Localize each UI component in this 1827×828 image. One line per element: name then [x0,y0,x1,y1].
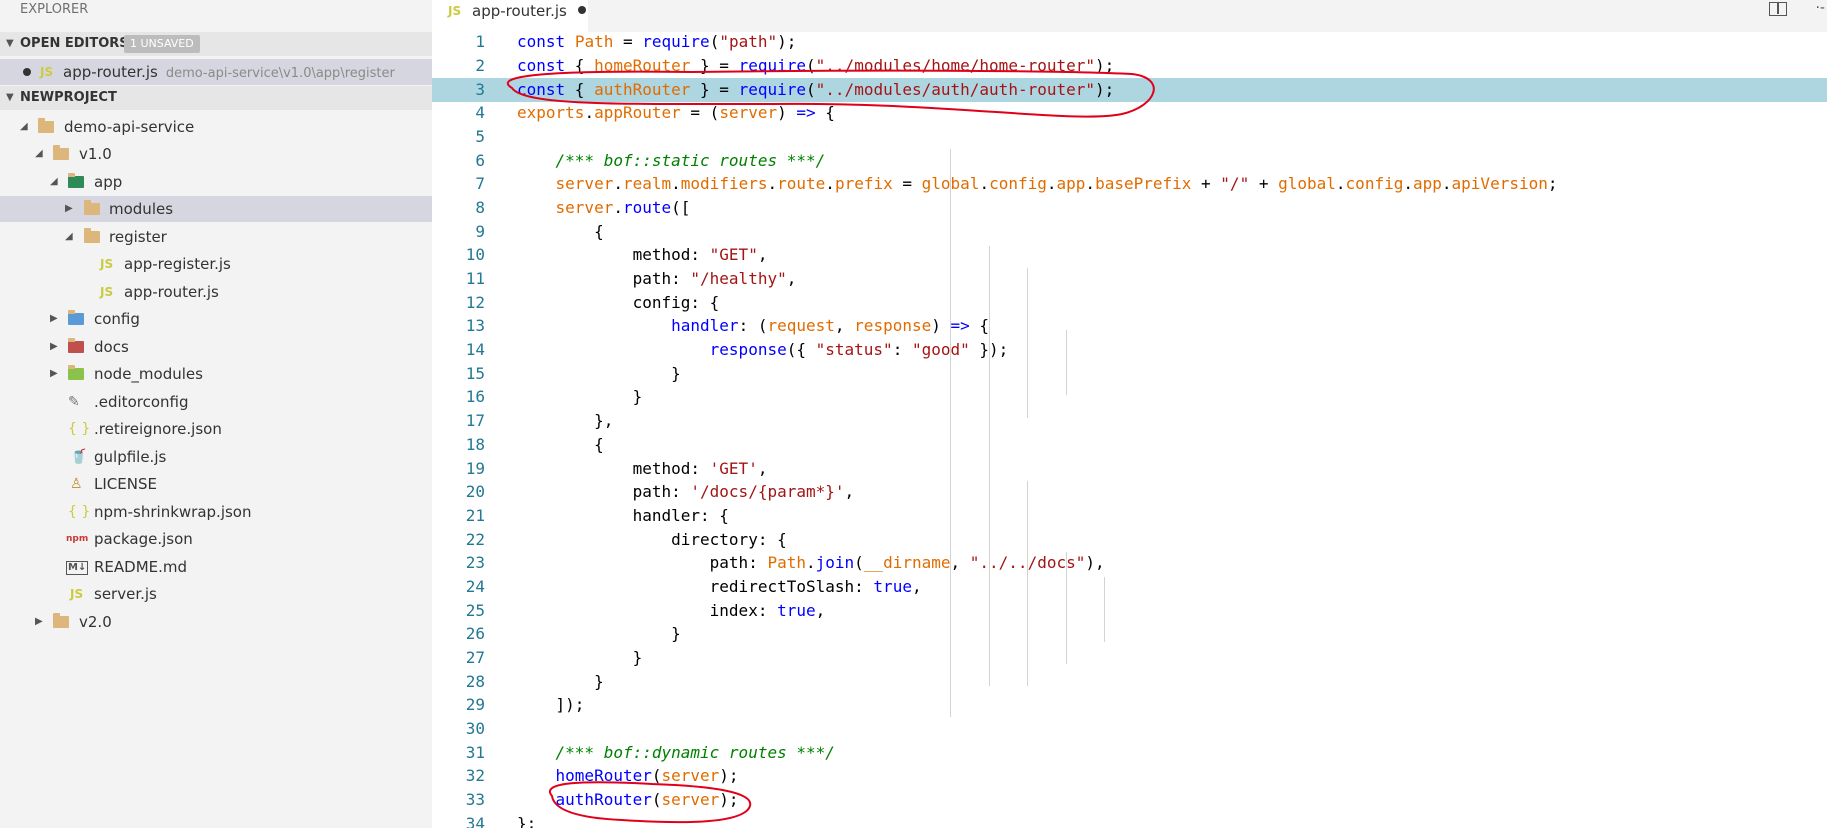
app-folder-icon [68,173,84,188]
tree-item-modules[interactable]: ▶ modules [0,196,432,222]
folder-icon [84,228,100,243]
tree-item-readme-md[interactable]: M↓ README.md [0,554,432,580]
folder-icon [38,118,54,133]
tree-item-package-json[interactable]: npm package.json [0,526,432,552]
folder-icon [53,145,69,160]
tree-item-app-router-js[interactable]: JS app-router.js [0,279,432,305]
js-file-icon: JS [100,285,114,299]
chevron-right-icon: ▶ [50,313,58,324]
open-editor-path: demo-api-service\v1.0\app\register [165,66,395,81]
open-editors-header[interactable]: ▼ OPEN EDITORS 1 UNSAVED [0,32,432,56]
annotation-circle-line-33 [549,781,752,824]
tree-item-v1-0[interactable]: ◢ v1.0 [0,141,432,167]
tree-item-demo-api-service[interactable]: ◢ demo-api-service [0,114,432,140]
chevron-down-icon: ▼ [6,38,14,49]
js-file-icon: JS [70,587,84,601]
tree-item-register[interactable]: ◢ register [0,224,432,250]
json-file-icon: { } [68,504,91,520]
node-folder-icon [68,365,84,380]
json-file-icon: { } [68,421,91,437]
tree-item-config[interactable]: ▶ config [0,306,432,332]
chevron-right-icon: ▶ [35,616,43,627]
tree-item-v2-0[interactable]: ▶ v2.0 [0,609,432,635]
chevron-down-icon: ◢ [20,121,28,132]
npm-file-icon: npm [66,534,89,544]
unsaved-dot-icon [23,68,31,76]
project-header[interactable]: ▼ NEWPROJECT [0,86,432,110]
open-editor-item[interactable]: JS app-router.js demo-api-service\v1.0\ap… [0,59,432,85]
docs-folder-icon [68,338,84,353]
chevron-down-icon: ▼ [6,92,14,103]
tree-item-license[interactable]: ♙ LICENSE [0,471,432,497]
tree-item-gulpfile-js[interactable]: 🥤 gulpfile.js [0,444,432,470]
unsaved-badge: 1 UNSAVED [124,35,200,53]
license-file-icon: ♙ [70,476,83,492]
explorer-title: EXPLORER [20,2,89,17]
tree-item-editorconfig[interactable]: ✎ .editorconfig [0,389,432,415]
chevron-right-icon: ▶ [50,368,58,379]
tree-item-retireignore-json[interactable]: { } .retireignore.json [0,416,432,442]
chevron-down-icon: ◢ [65,231,73,242]
chevron-right-icon: ▶ [65,203,73,214]
project-label: NEWPROJECT [20,90,117,105]
tree-item-app-register-js[interactable]: JS app-register.js [0,251,432,277]
tree-item-npm-shrinkwrap-json[interactable]: { } npm-shrinkwrap.json [0,499,432,525]
gulp-file-icon: 🥤 [70,449,88,465]
annotation-overlay [506,69,1155,824]
tree-item-docs[interactable]: ▶ docs [0,334,432,360]
config-folder-icon [68,310,84,325]
chevron-right-icon: ▶ [50,341,58,352]
js-file-icon: JS [100,257,114,271]
tree-item-node-modules[interactable]: ▶ node_modules [0,361,432,387]
markdown-file-icon: M↓ [66,561,89,575]
annotation-circle-line-3 [506,69,1155,118]
explorer-sidebar: EXPLORER ▼ OPEN EDITORS 1 UNSAVED JS app… [0,0,432,828]
chevron-down-icon: ◢ [50,176,58,187]
open-editors-label: OPEN EDITORS [20,36,129,51]
chevron-down-icon: ◢ [35,148,43,159]
folder-icon [84,200,100,215]
code-editor[interactable]: JS app-router.js ·‑ 1 const Path = requir… [432,0,1827,828]
tree-item-server-js[interactable]: JS server.js [0,581,432,607]
open-editor-filename: app-router.js [63,63,158,81]
js-file-icon: JS [40,65,54,79]
folder-icon [53,613,69,628]
editorconfig-icon: ✎ [68,394,80,410]
tree-item-app[interactable]: ◢ app [0,169,432,195]
